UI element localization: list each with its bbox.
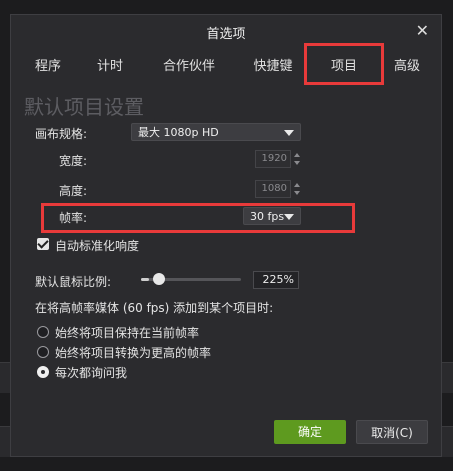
height-label: 高度: bbox=[59, 184, 88, 198]
high-fps-label: 在将高帧率媒体 (60 fps) 添加到某个项目时: bbox=[35, 301, 274, 315]
width-input[interactable]: 1920 bbox=[255, 150, 291, 168]
cursor-scale-slider-thumb[interactable] bbox=[153, 273, 165, 285]
canvas-size-value: 最大 1080p HD bbox=[138, 126, 219, 139]
cursor-scale-slider-fill bbox=[141, 278, 149, 281]
chevron-up-icon bbox=[294, 153, 300, 157]
cursor-scale-input[interactable]: 225% bbox=[253, 271, 299, 289]
radio-ask-every-time[interactable] bbox=[37, 366, 49, 378]
tab-advanced[interactable]: 高级 bbox=[387, 51, 427, 87]
chevron-down-icon bbox=[284, 130, 294, 136]
checkmark-icon bbox=[37, 237, 49, 249]
tab-shortcuts[interactable]: 快捷键 bbox=[243, 51, 303, 87]
chevron-down-icon bbox=[294, 191, 300, 195]
radio-ask-every-time-label: 每次都询问我 bbox=[55, 366, 128, 380]
close-icon[interactable]: ✕ bbox=[416, 21, 429, 40]
width-stepper[interactable] bbox=[293, 150, 301, 168]
framerate-value: 30 fps bbox=[250, 210, 285, 223]
canvas-size-label: 画布规格: bbox=[35, 127, 88, 141]
auto-normalize-label: 自动标准化响度 bbox=[55, 239, 140, 253]
tab-timing[interactable]: 计时 bbox=[83, 51, 137, 87]
cancel-button[interactable]: 取消(C) bbox=[356, 420, 428, 444]
auto-normalize-checkbox[interactable] bbox=[37, 237, 49, 250]
canvas-size-dropdown[interactable]: 最大 1080p HD bbox=[131, 123, 301, 141]
framerate-dropdown[interactable]: 30 fps bbox=[243, 207, 301, 225]
radio-keep-current-fps-label: 始终将项目保持在当前帧率 bbox=[55, 326, 200, 340]
tab-program[interactable]: 程序 bbox=[21, 51, 75, 87]
framerate-highlight bbox=[41, 203, 355, 233]
chevron-down-icon bbox=[294, 161, 300, 165]
height-input[interactable]: 1080 bbox=[255, 180, 291, 198]
section-title: 默认项目设置 bbox=[24, 95, 144, 119]
framerate-label: 帧率: bbox=[59, 211, 88, 225]
tab-partners[interactable]: 合作伙伴 bbox=[153, 51, 225, 87]
chevron-up-icon bbox=[294, 183, 300, 187]
ok-button[interactable]: 确定 bbox=[274, 420, 346, 444]
chevron-down-icon bbox=[284, 214, 294, 220]
radio-convert-higher-fps-label: 始终将项目转换为更高的帧率 bbox=[55, 346, 212, 360]
width-label: 宽度: bbox=[59, 154, 88, 168]
dialog-title: 首选项 bbox=[206, 27, 246, 42]
tab-bar: 程序 计时 合作伙伴 快捷键 项目 高级 bbox=[11, 43, 441, 87]
height-stepper[interactable] bbox=[293, 180, 301, 198]
preferences-dialog: 首选项 ✕ 程序 计时 合作伙伴 快捷键 项目 高级 默认项目设置 画布规格: … bbox=[10, 14, 442, 457]
radio-keep-current-fps[interactable] bbox=[37, 326, 49, 338]
cursor-scale-label: 默认鼠标比例: bbox=[35, 275, 112, 289]
radio-convert-higher-fps[interactable] bbox=[37, 346, 49, 358]
tab-project-highlight bbox=[304, 43, 384, 85]
